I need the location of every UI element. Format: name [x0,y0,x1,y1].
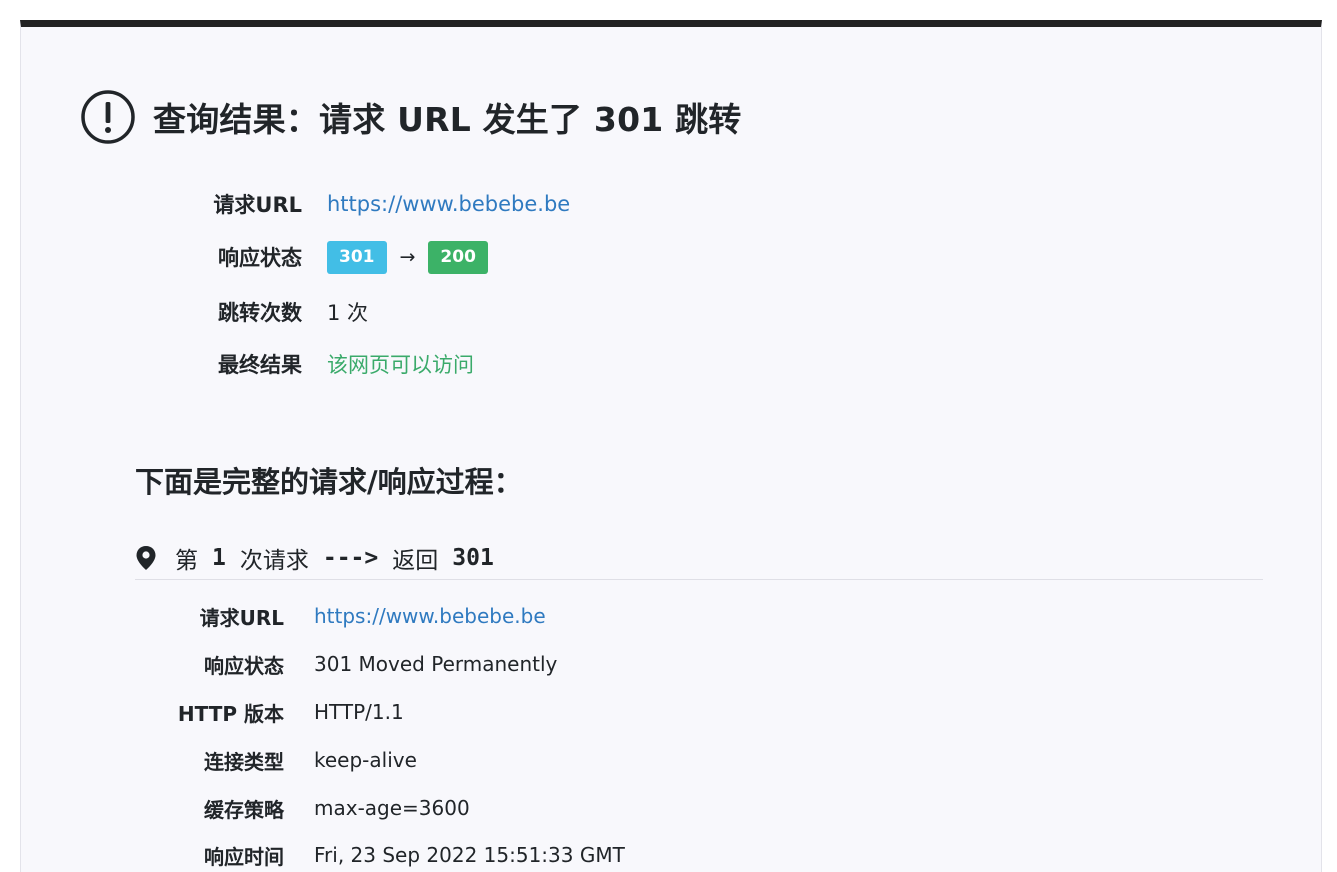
summary-label-request-url: 请求URL [213,193,302,217]
detail-label: 缓存策略 [204,797,284,822]
detail-request-url-link[interactable]: https://www.bebebe.be [314,604,546,628]
request-head-middle: 次请求 [239,548,309,574]
summary-row-request-url: 请求URL https://www.bebebe.be [21,187,570,221]
page-title: 查询结果：请求 URL 发生了 301 跳转 [153,100,742,139]
alert-circle-icon [81,90,135,144]
detail-row: 响应状态 301 Moved Permanently [21,649,557,679]
detail-label: 响应时间 [204,844,284,869]
map-pin-icon [136,546,156,570]
detail-label: 响应状态 [204,653,284,678]
summary-redirects-value: 1 次 [327,301,369,325]
request-head-prefix: 第 [175,548,198,574]
summary-row-redirects: 跳转次数 1 次 [21,295,368,329]
detail-label: 连接类型 [204,749,284,774]
request-head-return: 返回 [392,548,439,574]
summary-label-redirects: 跳转次数 [218,301,302,325]
summary-label-final: 最终结果 [218,353,302,377]
detail-label: 请求URL [199,605,284,630]
detail-value: HTTP/1.1 [314,700,404,724]
request-head-arrow: ---> [322,545,379,571]
summary-row-status: 响应状态 301 → 200 [21,240,488,274]
summary-final-value: 该网页可以访问 [327,353,474,377]
detail-value: max-age=3600 [314,796,470,820]
detail-label: HTTP 版本 [177,701,284,726]
detail-row: 响应时间 Fri, 23 Sep 2022 15:51:33 GMT [21,840,625,870]
status-arrow: → [399,246,416,268]
result-card: 查询结果：请求 URL 发生了 301 跳转 请求URL https://www… [20,20,1322,872]
request-head-number: 1 [212,545,226,571]
summary-label-status: 响应状态 [218,246,302,270]
detail-row: 请求URL https://www.bebebe.be [21,601,546,631]
result-header: 查询结果：请求 URL 发生了 301 跳转 [81,87,741,147]
detail-row: 连接类型 keep-alive [21,745,417,775]
detail-row: 缓存策略 max-age=3600 [21,793,470,823]
process-title: 下面是完整的请求/响应过程： [135,465,523,499]
detail-value: keep-alive [314,748,417,772]
summary-row-final: 最终结果 该网页可以访问 [21,347,474,381]
detail-value: Fri, 23 Sep 2022 15:51:33 GMT [314,843,625,867]
request-head-code: 301 [452,545,494,571]
request-header: 第 1 次请求 ---> 返回 301 [135,537,1263,580]
summary-request-url-link[interactable]: https://www.bebebe.be [327,192,570,216]
detail-row: HTTP 版本 HTTP/1.1 [21,697,404,727]
status-badge-from: 301 [327,240,387,274]
detail-value: 301 Moved Permanently [314,652,558,676]
status-badge-to: 200 [428,240,488,274]
